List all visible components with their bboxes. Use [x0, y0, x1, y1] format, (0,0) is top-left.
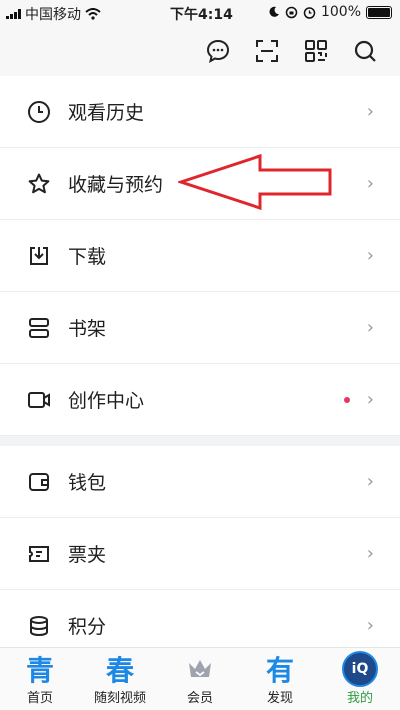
- ticket-icon: [26, 541, 52, 567]
- bookshelf-icon: [26, 315, 52, 341]
- home-tab-icon: 青: [25, 654, 54, 687]
- notification-dot: [344, 396, 350, 403]
- menu-item-label: 书架: [68, 318, 107, 340]
- menu-item-label: 票夹: [68, 544, 107, 566]
- alarm-icon: [303, 6, 316, 19]
- status-bar: 中国移动 下午4:14 100%: [0, 0, 400, 26]
- menu-item-label: 积分: [68, 616, 107, 638]
- menu-item-watch-history[interactable]: 观看历史 ›: [0, 76, 400, 148]
- top-toolbar: [0, 26, 400, 76]
- chevron-right-icon: ›: [366, 173, 374, 194]
- discover-tab-icon: 有: [265, 654, 294, 687]
- menu-item-label: 创作中心: [68, 390, 145, 412]
- download-icon: [26, 243, 52, 269]
- tab-suike-video[interactable]: 春 随刻视频: [80, 648, 160, 710]
- tab-mine[interactable]: iQ 我的: [320, 648, 400, 710]
- chevron-right-icon: ›: [366, 101, 374, 122]
- tab-discover[interactable]: 有 发现: [240, 648, 320, 710]
- carrier-label: 中国移动: [25, 7, 81, 23]
- annotation-arrow: [178, 153, 332, 211]
- camera-icon: [26, 387, 52, 413]
- status-time: 下午4:14: [170, 7, 233, 23]
- menu-item-label: 观看历史: [68, 102, 145, 124]
- message-icon[interactable]: [203, 36, 233, 66]
- chevron-right-icon: ›: [366, 471, 374, 492]
- lock-rotation-icon: [285, 6, 298, 18]
- tab-label: 首页: [26, 691, 53, 706]
- tab-label: 随刻视频: [93, 691, 146, 706]
- bottom-tab-bar: 青 首页 春 随刻视频 会员 有 发现 iQ 我的: [0, 647, 400, 710]
- qrcode-icon[interactable]: [301, 36, 331, 66]
- status-left: 中国移动: [6, 4, 101, 24]
- moon-icon: [269, 6, 279, 17]
- menu-item-label: 收藏与预约: [68, 174, 164, 196]
- menu-item-label: 下载: [68, 246, 107, 268]
- tab-label: 发现: [266, 691, 293, 706]
- star-icon: [26, 171, 52, 197]
- tab-home[interactable]: 青 首页: [0, 648, 80, 710]
- search-icon[interactable]: [350, 36, 380, 66]
- tab-label: 会员: [186, 691, 213, 706]
- profile-avatar-icon: iQ: [342, 651, 378, 687]
- avatar: iQ: [342, 651, 378, 687]
- clock-icon: [26, 99, 52, 125]
- chevron-right-icon: ›: [366, 317, 374, 338]
- chevron-right-icon: ›: [366, 615, 374, 636]
- chevron-right-icon: ›: [366, 389, 374, 410]
- crown-icon: [187, 652, 213, 686]
- section-divider: [0, 436, 400, 446]
- chevron-right-icon: ›: [366, 543, 374, 564]
- tab-label: 我的: [346, 691, 373, 706]
- battery-percent: 100%: [320, 4, 361, 20]
- battery-icon: [366, 5, 392, 19]
- menu-item-wallet[interactable]: 钱包 ›: [0, 446, 400, 518]
- menu-item-bookshelf[interactable]: 书架 ›: [0, 292, 400, 364]
- signal-icon: [6, 9, 21, 19]
- tab-vip[interactable]: 会员: [160, 648, 240, 710]
- menu-item-ticket-holder[interactable]: 票夹 ›: [0, 518, 400, 590]
- status-right: 100%: [268, 4, 392, 20]
- coins-icon: [26, 613, 52, 639]
- video-tab-icon: 春: [105, 654, 134, 687]
- wifi-icon: [85, 8, 101, 20]
- menu-item-label: 钱包: [68, 472, 107, 494]
- wallet-icon: [26, 469, 52, 495]
- menu-item-creator-center[interactable]: 创作中心 ›: [0, 364, 400, 436]
- menu-item-download[interactable]: 下载 ›: [0, 220, 400, 292]
- chevron-right-icon: ›: [366, 245, 374, 266]
- scan-icon[interactable]: [252, 36, 282, 66]
